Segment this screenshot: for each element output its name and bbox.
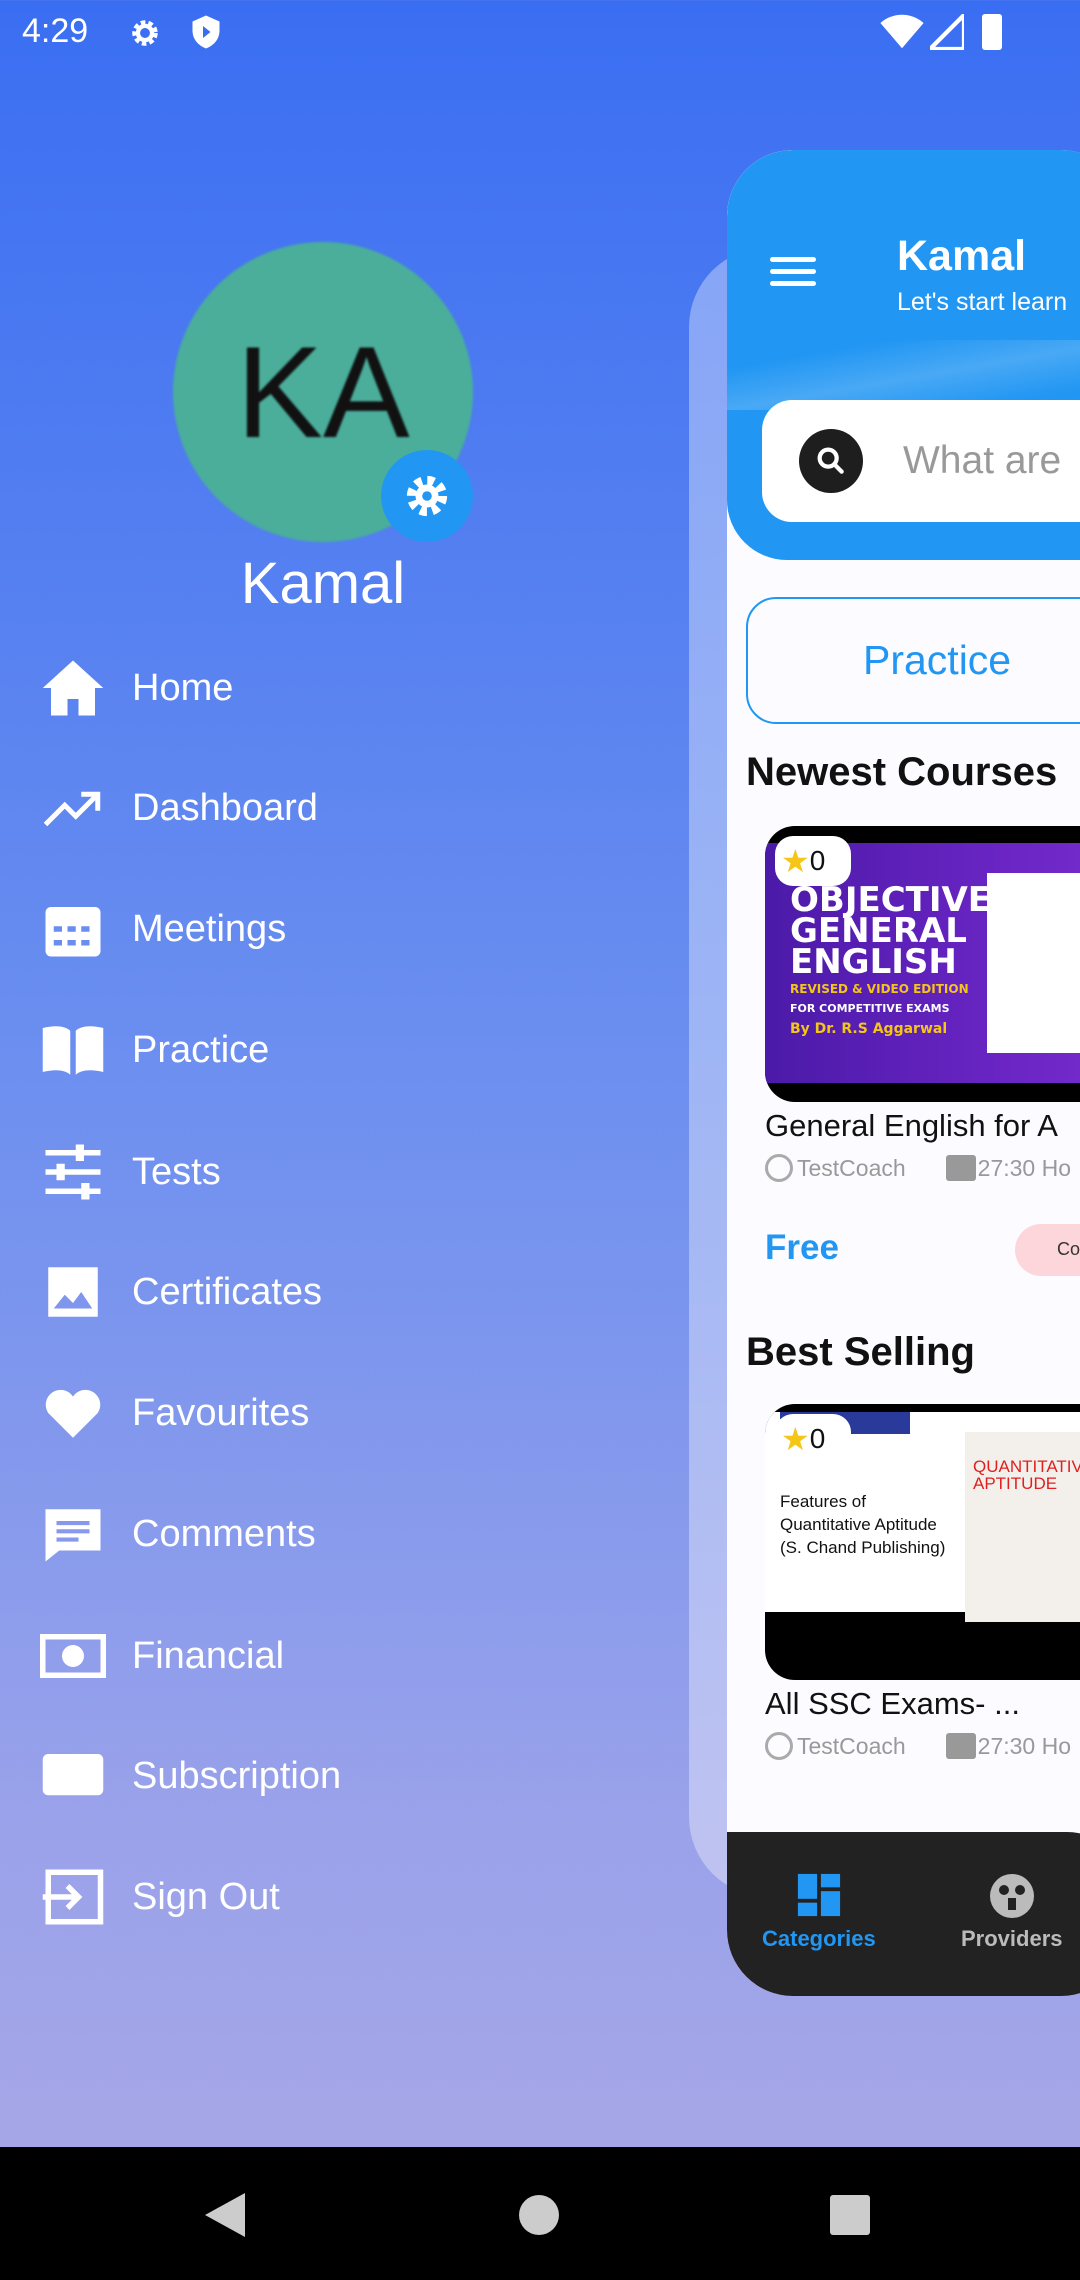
home-nav-icon[interactable] xyxy=(519,2195,559,2235)
settings-icon xyxy=(132,20,158,46)
image-text: (S. Chand Publishing) xyxy=(780,1538,946,1557)
sidebar-item-financial[interactable]: Financial xyxy=(40,1616,600,1696)
sidebar-item-home[interactable]: Home xyxy=(40,648,600,728)
system-navigation-bar xyxy=(0,2147,1080,2280)
wifi-icon xyxy=(880,14,924,49)
price: Free xyxy=(765,1228,839,1267)
sidebar-item-comments[interactable]: Comments xyxy=(40,1494,600,1574)
image-text: By Dr. R.S Aggarwal xyxy=(790,1021,948,1037)
user-icon xyxy=(765,1154,793,1182)
sidebar-item-meetings[interactable]: Meetings xyxy=(40,889,600,969)
nav-label: Providers xyxy=(961,1926,1063,1951)
sidebar-item-label: Certificates xyxy=(132,1270,323,1313)
image-text: Features of xyxy=(780,1492,866,1511)
sidebar-item-label: Financial xyxy=(132,1634,285,1677)
heart-icon xyxy=(45,1389,101,1438)
sidebar-item-label: Favourites xyxy=(132,1391,310,1434)
home-screen-card[interactable]: Kamal Let's start learn What are Practic… xyxy=(727,150,1080,1996)
image-text: REVISED & VIDEO EDITION xyxy=(790,982,969,996)
image-icon xyxy=(48,1267,98,1317)
image-text: Quantitative Aptitude xyxy=(780,1515,937,1534)
sidebar-item-dashboard[interactable]: Dashboard xyxy=(40,768,600,848)
practice-button[interactable]: Practice xyxy=(746,597,1080,724)
bottom-navigation: Categories Providers xyxy=(727,1832,1080,1996)
image-text: APTITUDE xyxy=(973,1474,1058,1493)
search-placeholder: What are xyxy=(903,439,1062,482)
course-action-pill[interactable]: Co xyxy=(1015,1224,1080,1276)
sidebar-item-tests[interactable]: Tests xyxy=(40,1132,600,1212)
rating-badge: ★ 0 xyxy=(775,836,851,886)
course-title[interactable]: All SSC Exams- ... xyxy=(765,1686,1020,1722)
comment-icon xyxy=(45,1509,101,1562)
shield-icon xyxy=(192,15,220,49)
rating-badge: ★ 0 xyxy=(775,1414,851,1464)
status-bar: 4:29 xyxy=(0,0,1080,63)
recents-icon[interactable] xyxy=(830,2195,870,2235)
sidebar-item-label: Meetings xyxy=(132,907,287,950)
course-image[interactable]: OBJECTIVE GENERAL ENGLISH REVISED & VIDE… xyxy=(765,826,1080,1102)
book-cover xyxy=(987,873,1080,1053)
book-icon xyxy=(42,1026,104,1075)
course-image[interactable]: Features of Quantitative Aptitude (S. Ch… xyxy=(765,1404,1080,1680)
image-text: QUANTITATIVE xyxy=(973,1457,1080,1476)
status-time: 4:29 xyxy=(22,12,89,50)
duration: 27:30 Ho xyxy=(977,1154,1072,1181)
home-icon xyxy=(42,660,104,716)
course-meta: TestCoach 27:30 Ho xyxy=(765,1154,1071,1182)
calendar-icon xyxy=(945,1733,976,1759)
sidebar-item-subscription[interactable]: Subscription xyxy=(40,1736,600,1816)
sidebar-item-label: Comments xyxy=(132,1512,316,1555)
provider: TestCoach xyxy=(797,1732,906,1759)
provider: TestCoach xyxy=(797,1154,906,1181)
sidebar-item-certificates[interactable]: Certificates xyxy=(40,1252,600,1332)
duration: 27:30 Ho xyxy=(977,1732,1072,1759)
section-title-best-selling: Best Selling xyxy=(746,1330,975,1374)
sidebar-item-label: Tests xyxy=(132,1150,221,1193)
sidebar-item-sign-out[interactable]: Sign Out xyxy=(40,1857,600,1937)
drawer-user-name: Kamal xyxy=(240,551,406,616)
star-icon: ★ xyxy=(781,843,810,879)
calendar-icon xyxy=(945,1155,976,1181)
back-icon[interactable] xyxy=(205,2193,245,2237)
sliders-icon xyxy=(45,1144,101,1200)
trending-up-icon xyxy=(43,791,101,827)
providers-icon xyxy=(989,1874,1034,1918)
sidebar-item-label: Home xyxy=(132,666,234,709)
money-icon xyxy=(40,1634,106,1678)
course-meta: TestCoach 27:30 Ho xyxy=(765,1732,1071,1760)
header-title: Kamal xyxy=(897,232,1027,280)
image-text: FOR COMPETITIVE EXAMS xyxy=(790,1002,950,1015)
sidebar-item-label: Subscription xyxy=(132,1754,342,1797)
battery-icon xyxy=(982,14,1002,50)
course-title[interactable]: General English for A xyxy=(765,1108,1058,1144)
signal-icon xyxy=(930,14,964,50)
sidebar-item-label: Practice xyxy=(132,1028,270,1071)
user-icon xyxy=(765,1732,793,1760)
grid-icon xyxy=(797,1873,840,1917)
search-icon xyxy=(799,429,863,493)
rating-value: 0 xyxy=(809,845,826,876)
nav-categories[interactable]: Categories xyxy=(762,1872,876,1952)
monitor-icon xyxy=(42,1754,104,1796)
gear-icon xyxy=(406,475,448,517)
avatar-settings-button[interactable] xyxy=(381,450,473,542)
nav-label: Categories xyxy=(762,1926,876,1951)
star-icon: ★ xyxy=(781,1421,810,1457)
sign-out-icon xyxy=(42,1869,104,1925)
header-subtitle: Let's start learn xyxy=(897,288,1068,316)
rating-value: 0 xyxy=(809,1423,826,1454)
image-text: ENGLISH xyxy=(790,942,957,982)
calendar-icon xyxy=(45,907,101,957)
header: Kamal Let's start learn What are xyxy=(727,150,1080,560)
sidebar-item-favourites[interactable]: Favourites xyxy=(40,1373,600,1453)
sidebar-item-practice[interactable]: Practice xyxy=(40,1010,600,1090)
search-input[interactable]: What are xyxy=(762,400,1080,522)
hamburger-menu-icon[interactable] xyxy=(770,254,816,290)
sidebar-item-label: Dashboard xyxy=(132,786,318,829)
sidebar-item-label: Sign Out xyxy=(132,1875,280,1918)
nav-providers[interactable]: Providers xyxy=(961,1872,1063,1952)
section-title-newest: Newest Courses xyxy=(746,750,1058,794)
